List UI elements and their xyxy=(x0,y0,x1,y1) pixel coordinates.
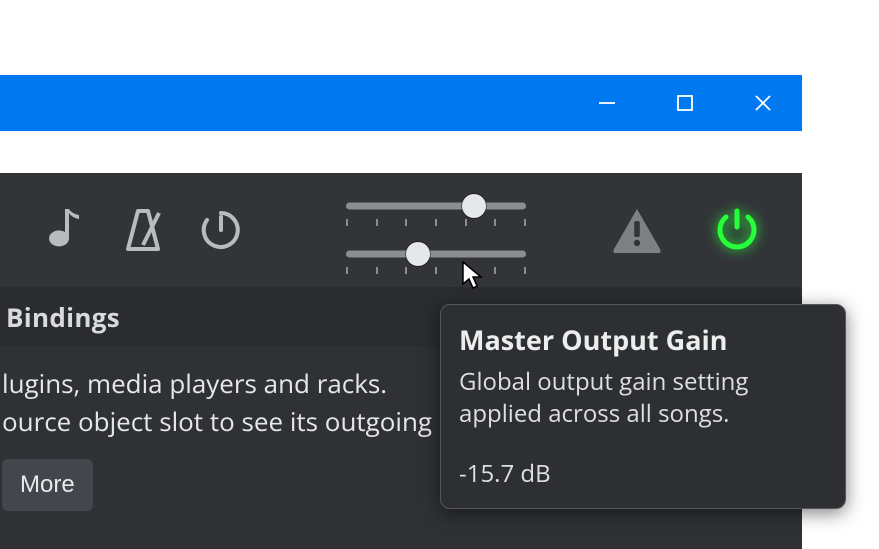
tooltip: Master Output Gain Global output gain se… xyxy=(440,304,846,509)
minimize-button[interactable] xyxy=(568,75,646,131)
tooltip-description: Global output gain setting applied acros… xyxy=(459,366,827,431)
power-icon[interactable] xyxy=(702,195,772,265)
music-note-icon[interactable] xyxy=(30,195,100,265)
slider-top[interactable] xyxy=(346,196,526,216)
slider-bottom[interactable] xyxy=(346,244,526,264)
maximize-button[interactable] xyxy=(646,75,724,131)
warning-icon[interactable] xyxy=(602,195,672,265)
metronome-icon[interactable] xyxy=(108,195,178,265)
sliders-group xyxy=(346,196,526,264)
slider-bottom-thumb[interactable] xyxy=(406,242,430,266)
tooltip-value: -15.7 dB xyxy=(459,457,827,490)
tooltip-title: Master Output Gain xyxy=(459,321,827,358)
slider-top-thumb[interactable] xyxy=(462,194,486,218)
close-button[interactable] xyxy=(724,75,802,131)
titlebar xyxy=(0,75,802,131)
stopwatch-icon[interactable] xyxy=(186,195,256,265)
more-button[interactable]: More xyxy=(2,459,93,511)
tab-bindings[interactable]: Bindings xyxy=(6,299,120,335)
toolbar xyxy=(0,173,802,287)
menubar-area xyxy=(0,131,802,173)
